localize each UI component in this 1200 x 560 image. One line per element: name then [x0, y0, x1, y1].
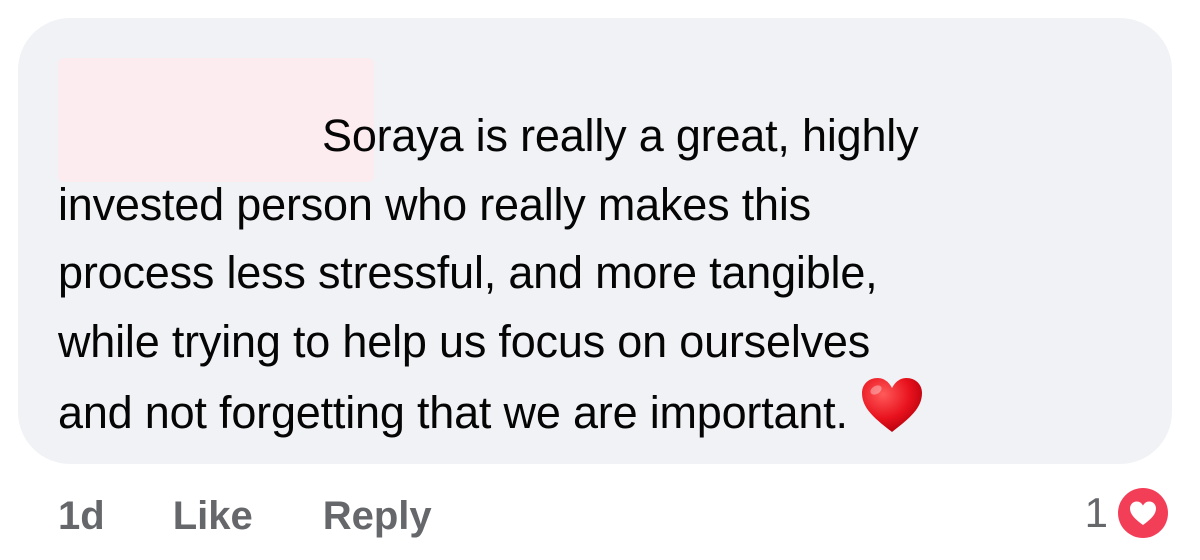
comment-line-last: and not forgetting that we are important… — [58, 376, 1158, 454]
reaction-count: 1 — [1084, 489, 1108, 536]
love-reaction-icon — [1114, 484, 1172, 542]
comment-line-text: and not forgetting that we are important… — [58, 387, 848, 438]
comment-line: Soraya is really a great, highly — [322, 110, 919, 161]
comment-text: Soraya is really a great, highly investe… — [58, 102, 1158, 454]
heart-emoji-icon — [860, 376, 924, 454]
like-button[interactable]: Like — [173, 494, 253, 539]
reaction-summary[interactable]: 1 — [1085, 484, 1172, 542]
comment-line: while trying to help us focus on ourselv… — [58, 315, 871, 367]
comment-line: invested person who really makes this — [58, 178, 811, 230]
comment-timestamp: 1d — [58, 493, 105, 538]
reply-button[interactable]: Reply — [323, 494, 432, 539]
comment-actions: 1d Like Reply — [58, 488, 432, 544]
comment-line: process less stressful, and more tangibl… — [58, 247, 878, 298]
